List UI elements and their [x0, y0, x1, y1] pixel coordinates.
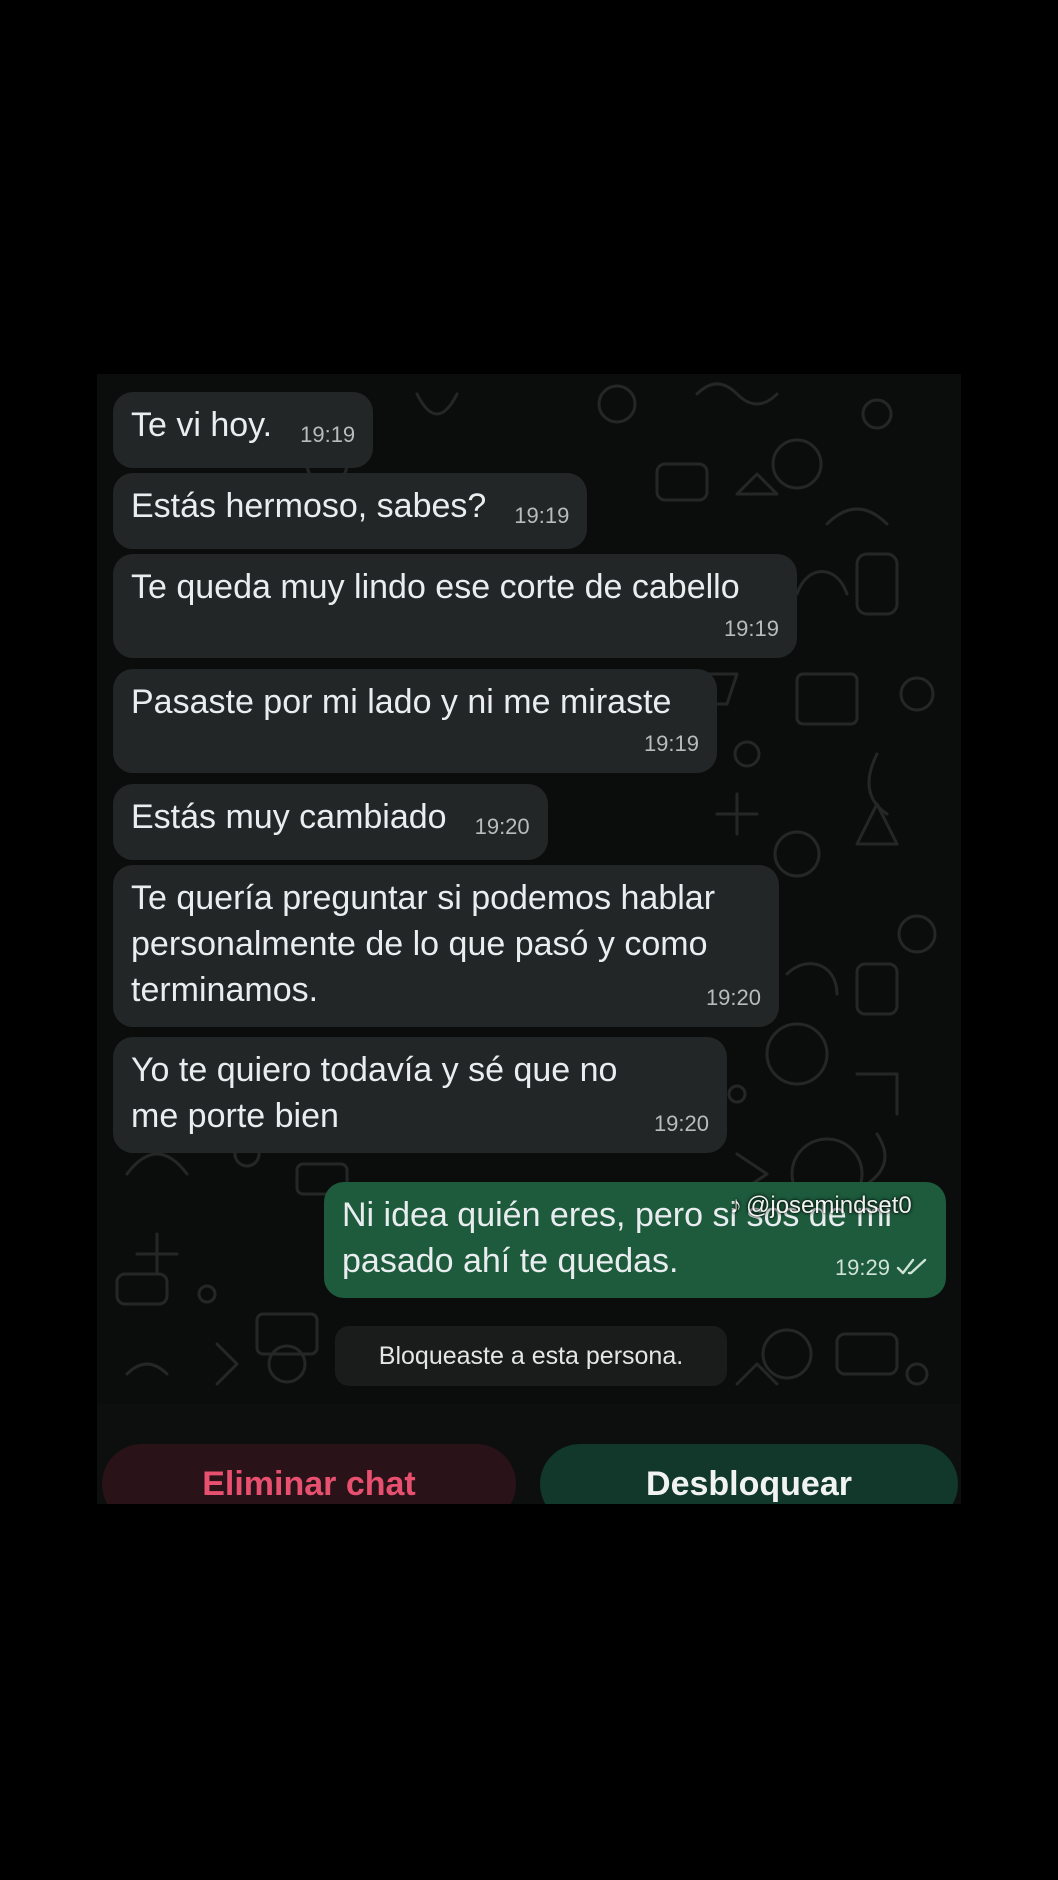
incoming-message[interactable]: Te vi hoy. 19:19	[113, 392, 374, 468]
incoming-message[interactable]: Estás muy cambiado 19:20	[113, 784, 548, 860]
message-text: Te vi hoy.	[131, 406, 273, 444]
message-time: 19:20	[653, 1111, 709, 1136]
tiktok-icon: ♪	[730, 1192, 742, 1219]
incoming-message[interactable]: Te queda muy lindo ese corte de cabello …	[113, 554, 797, 658]
message-time: 19:19	[723, 616, 779, 641]
message-text: Te quería preguntar si podemos hablar pe…	[131, 879, 716, 1009]
chat-screen: Te vi hoy. 19:19 Estás hermoso, sabes? 19:…	[97, 374, 961, 1504]
message-time: 19:20	[474, 814, 530, 839]
message-time: 19:29	[835, 1245, 928, 1292]
message-time: 19:20	[705, 985, 761, 1010]
message-time: 19:19	[643, 731, 699, 756]
blocked-action-bar: Eliminar chat Desbloquear	[97, 1404, 961, 1504]
incoming-message[interactable]: Te quería preguntar si podemos hablar pe…	[113, 865, 779, 1027]
double-check-icon	[896, 1246, 928, 1292]
unblock-button[interactable]: Desbloquear	[540, 1444, 958, 1504]
delete-chat-button[interactable]: Eliminar chat	[102, 1444, 516, 1504]
incoming-message[interactable]: Yo te quiero todavía y sé que no me port…	[113, 1037, 727, 1153]
message-text: Estás muy cambiado	[131, 798, 447, 836]
message-text: Yo te quiero todavía y sé que no me port…	[131, 1051, 618, 1135]
incoming-message[interactable]: Pasaste por mi lado y ni me miraste 19:1…	[113, 669, 717, 773]
message-text: Te queda muy lindo ese corte de cabello	[131, 568, 740, 606]
incoming-message[interactable]: Estás hermoso, sabes? 19:19	[113, 473, 588, 549]
message-text: Estás hermoso, sabes?	[131, 487, 487, 525]
watermark-handle: @josemindset0	[746, 1192, 912, 1219]
message-time: 19:19	[300, 422, 356, 447]
message-text: Pasaste por mi lado y ni me miraste	[131, 683, 672, 721]
message-time: 19:19	[514, 503, 570, 528]
message-list[interactable]: Te vi hoy. 19:19 Estás hermoso, sabes? 19:…	[97, 374, 961, 1404]
blocked-notice: Bloqueaste a esta persona.	[335, 1326, 727, 1386]
watermark: ♪ @josemindset0	[730, 1192, 912, 1220]
